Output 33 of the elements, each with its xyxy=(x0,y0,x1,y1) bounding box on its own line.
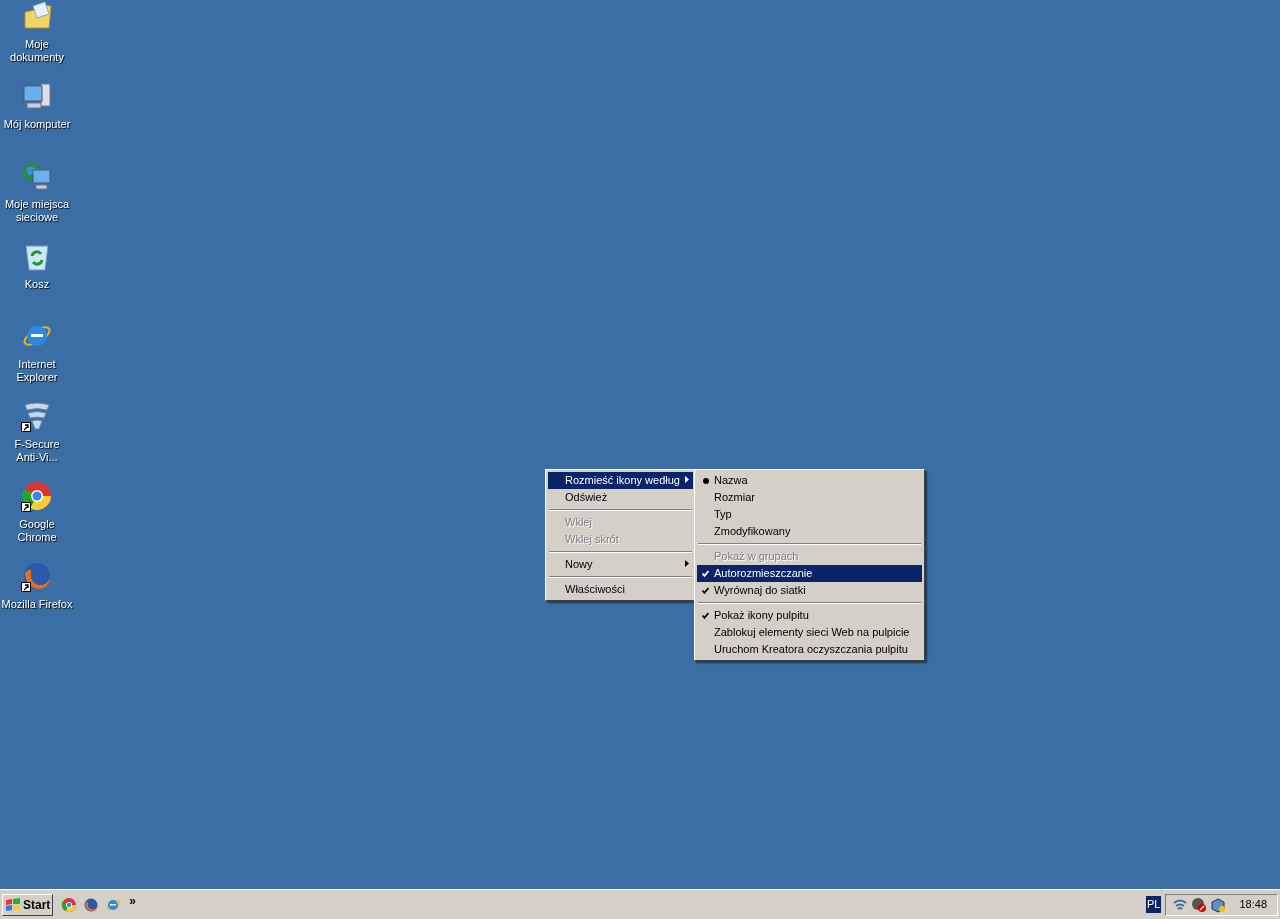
desktop-icon-label[interactable]: Moje miejsca sieciowe xyxy=(1,198,73,224)
chrome-icon[interactable] xyxy=(21,480,53,512)
language-indicator[interactable]: PL xyxy=(1146,896,1162,913)
computer-icon[interactable] xyxy=(21,80,53,112)
box-icon[interactable] xyxy=(1210,896,1227,913)
desktop-icon-label[interactable]: Kosz xyxy=(1,278,73,291)
desktop-icon-label[interactable]: Moje dokumenty xyxy=(1,38,73,64)
menu-item[interactable]: Rozmiar xyxy=(697,489,922,506)
menu-item[interactable]: Uruchom Kreatora oczyszczania pulpitu xyxy=(697,641,922,658)
desktop-icon-label[interactable]: Mój komputer xyxy=(1,118,73,131)
folder-icon[interactable] xyxy=(21,0,53,32)
menu-item[interactable]: Nowy xyxy=(548,556,693,573)
globe-computer-icon[interactable] xyxy=(21,160,53,192)
firefox-icon[interactable] xyxy=(21,560,53,592)
blocked-gear-icon[interactable] xyxy=(1191,896,1208,913)
menu-item[interactable]: Właściwości xyxy=(548,581,693,598)
menu-item[interactable]: Rozmieść ikony według xyxy=(548,472,693,489)
windows-logo-icon xyxy=(5,897,21,912)
clock: 18:48 xyxy=(1239,897,1267,913)
menu-item[interactable]: Pokaż ikony pulpitu xyxy=(697,607,922,624)
desktop-icon-label[interactable]: Mozilla Firefox xyxy=(1,598,73,611)
menu-item[interactable]: Zmodyfikowany xyxy=(697,523,922,540)
overflow-chevron[interactable]: » xyxy=(129,891,137,910)
desktop-icon-label[interactable]: Google Chrome xyxy=(1,518,73,544)
menu-item[interactable]: Wyrównaj do siatki xyxy=(697,582,922,599)
menu-item[interactable]: Typ xyxy=(697,506,922,523)
desktop-icon-label[interactable]: F-Secure Anti-Vi... xyxy=(1,438,73,464)
menu-item[interactable]: Odśwież xyxy=(548,489,693,506)
menu-item[interactable]: Autorozmieszczanie xyxy=(697,565,922,582)
desktop-icon-label[interactable]: Internet Explorer xyxy=(1,358,73,384)
menu-item[interactable]: Zablokuj elementy sieci Web na pulpicie xyxy=(697,624,922,641)
menu-item[interactable]: Nazwa xyxy=(697,472,922,489)
start-button[interactable]: Start xyxy=(2,893,54,916)
